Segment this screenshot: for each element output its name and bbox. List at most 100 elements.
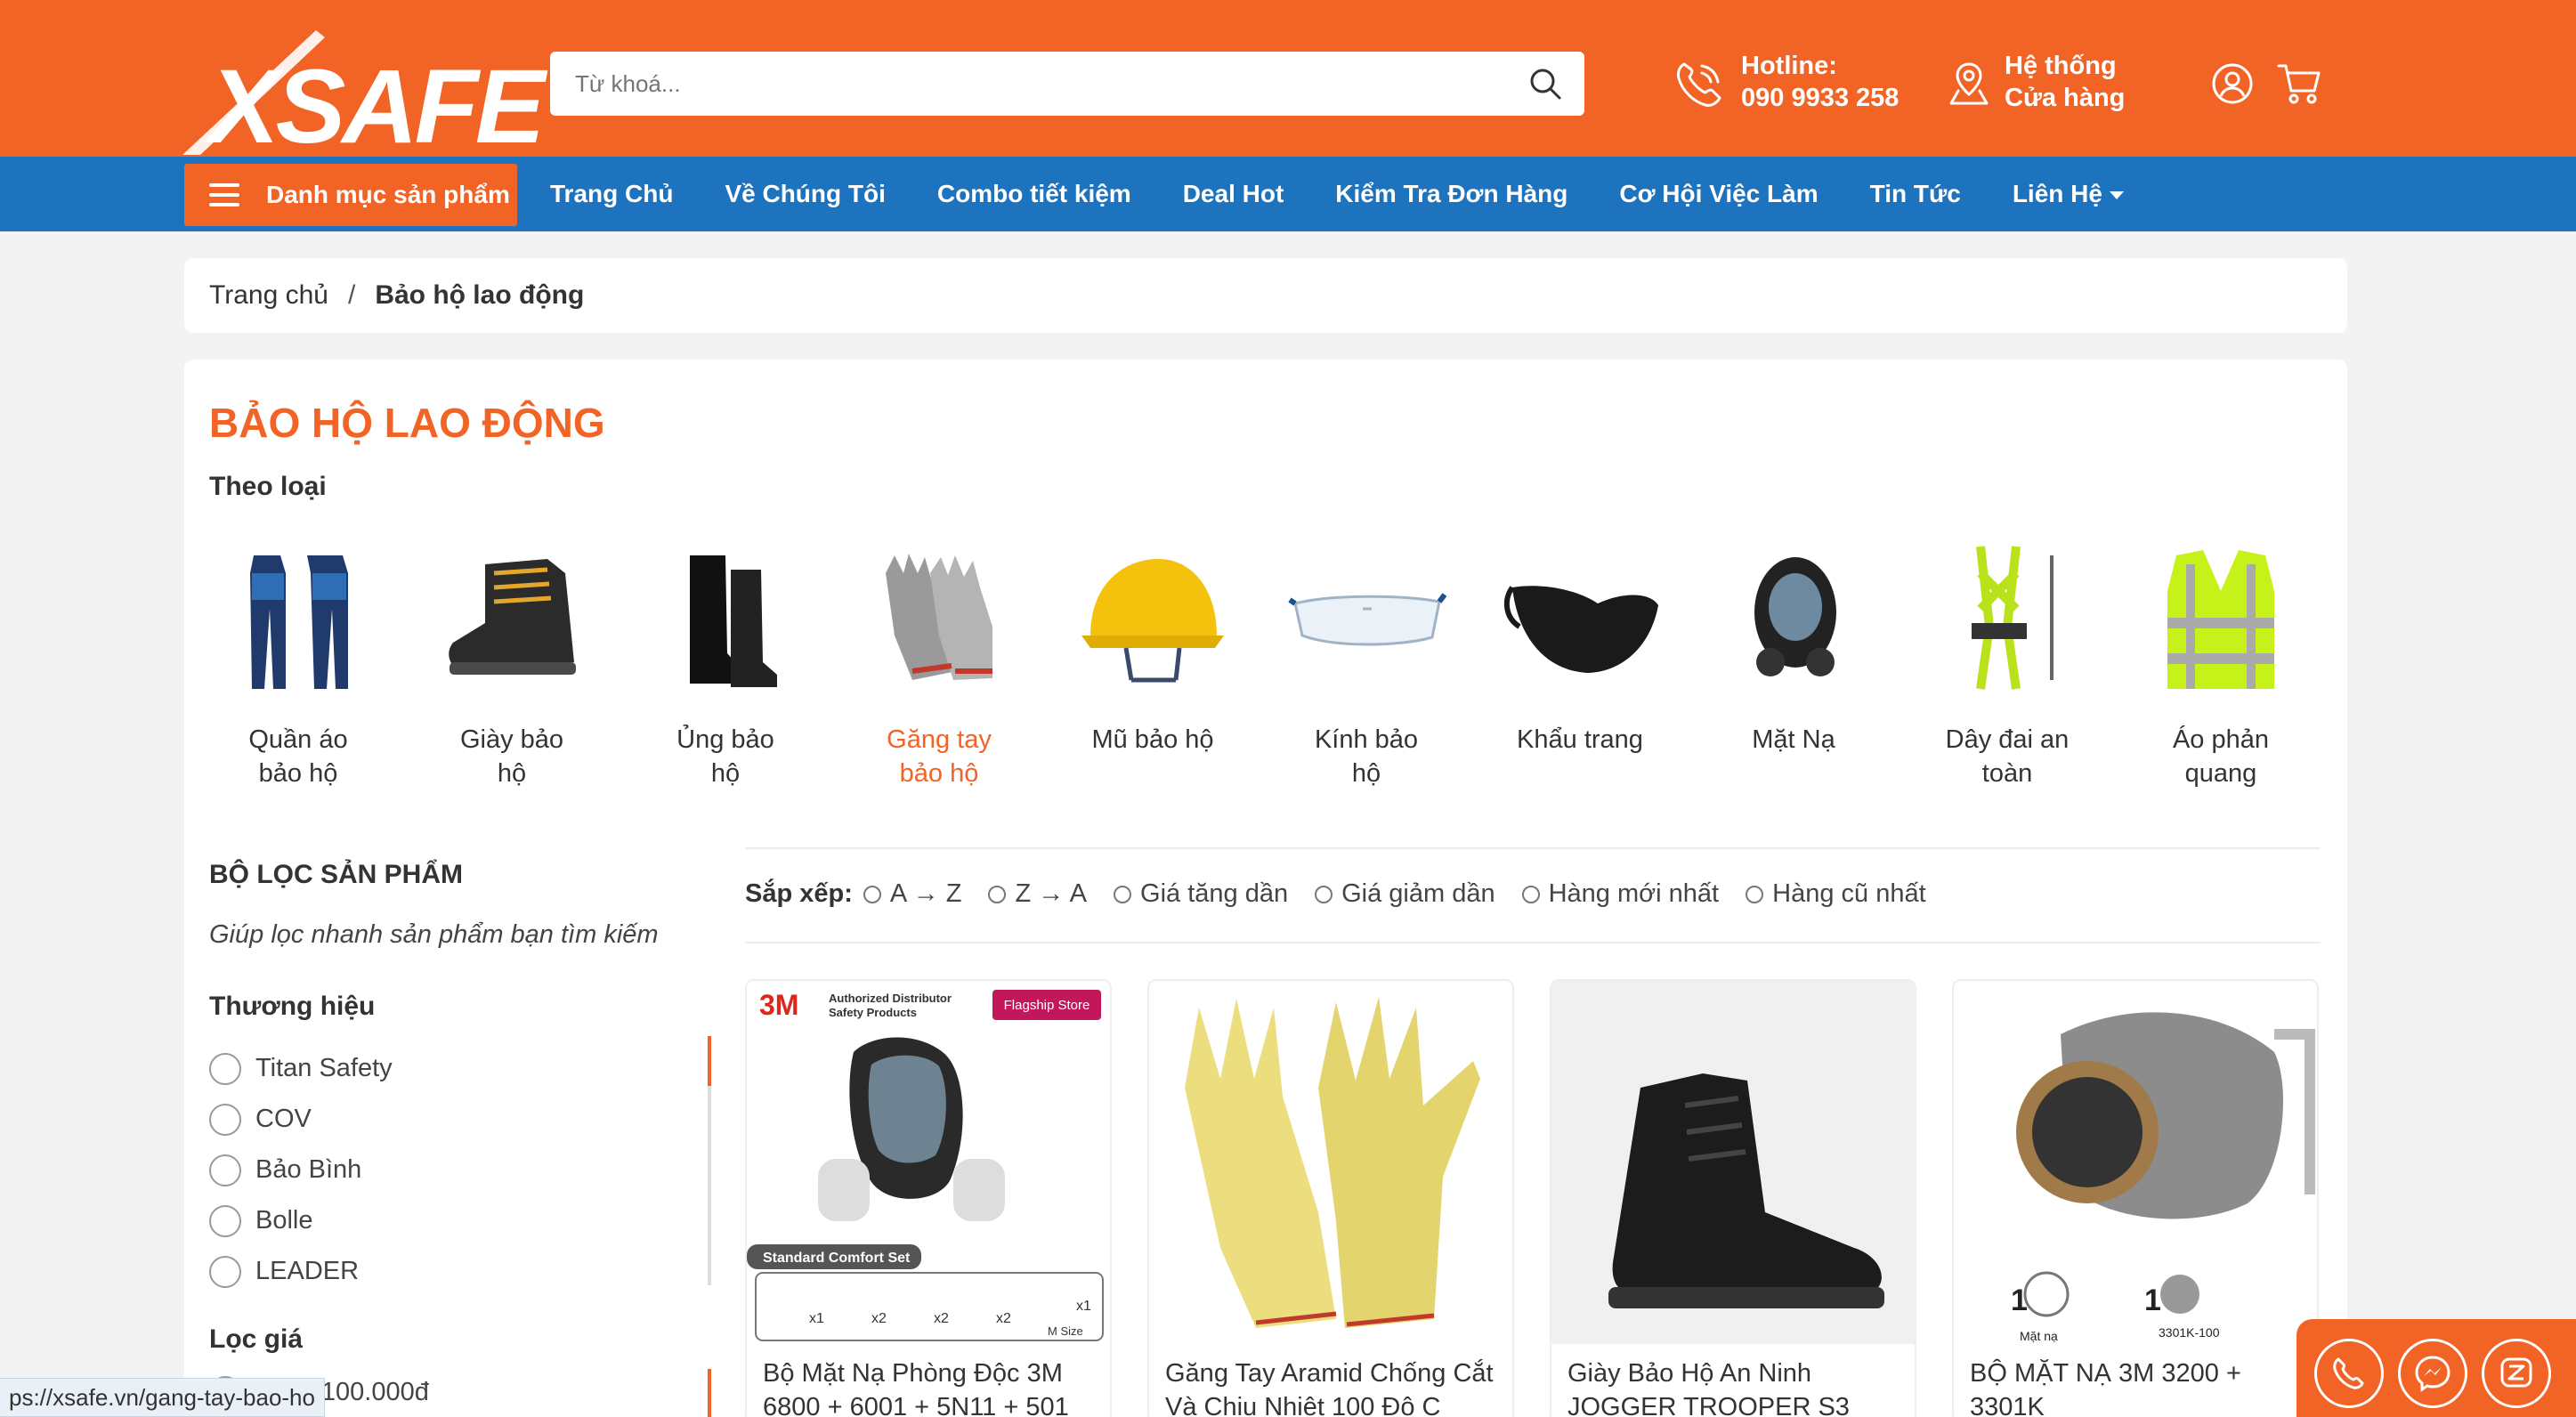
sort-option-a-z[interactable]: A → Z: [863, 879, 962, 909]
radio-button[interactable]: [1315, 885, 1333, 903]
harness-icon: [1972, 546, 2054, 690]
set-label: Standard Comfort Set: [763, 1251, 911, 1266]
radio-button[interactable]: [1521, 885, 1540, 903]
sort-option-label: Hàng mới nhất: [1548, 879, 1720, 908]
zalo-button[interactable]: [2482, 1339, 2551, 1408]
radio-button[interactable]: [1114, 885, 1132, 903]
hotline-number[interactable]: 090 9933 258: [1741, 84, 1899, 113]
set-count: x1: [1076, 1299, 1091, 1314]
category-reflective-vest[interactable]: Áo phản quang: [2132, 538, 2310, 790]
product-name[interactable]: Giày Bảo Hộ An Ninh JOGGER TROOPER S3: [1567, 1356, 1906, 1417]
brand-option[interactable]: Bảo Bình: [209, 1145, 708, 1195]
product-image[interactable]: [1149, 981, 1512, 1344]
product-image[interactable]: 3M Authorized Distributor Safety Product…: [747, 981, 1110, 1344]
category-helmet[interactable]: Mũ bảo hộ: [1064, 538, 1242, 757]
zalo-icon: [2500, 1357, 2532, 1388]
brand-option[interactable]: Titan Safety: [209, 1043, 708, 1094]
stores-line2: Cửa hàng: [2005, 84, 2126, 112]
radio-button[interactable]: [209, 1052, 241, 1085]
nav-link-careers[interactable]: Cơ Hội Việc Làm: [1619, 180, 1818, 208]
call-button[interactable]: [2314, 1339, 2384, 1408]
sort-option-z-a[interactable]: Z → A: [988, 879, 1087, 909]
aramid-gloves-image: [1149, 981, 1512, 1344]
browser-status-url: ps://xsafe.vn/gang-tay-bao-ho: [0, 1378, 325, 1417]
nav-link-about[interactable]: Về Chúng Tôi: [725, 180, 885, 208]
sort-option-price-asc[interactable]: Giá tăng dần: [1114, 879, 1288, 909]
brand-label: Titan Safety: [255, 1054, 393, 1082]
nav-link-order-check[interactable]: Kiểm Tra Đơn Hàng: [1335, 180, 1567, 208]
category-label-1: Dây đai an: [1945, 725, 2070, 754]
radio-button[interactable]: [209, 1103, 241, 1136]
category-label-1: Mặt Nạ: [1752, 725, 1835, 754]
radio-button[interactable]: [863, 885, 881, 903]
sort-option-price-desc[interactable]: Giá giảm dần: [1315, 879, 1495, 909]
nav-link-combo[interactable]: Combo tiết kiệm: [937, 180, 1131, 208]
category-glasses[interactable]: Kính bảo hộ: [1277, 538, 1455, 790]
sort-option-label: Giá tăng dần: [1140, 879, 1289, 908]
main-content: BẢO HỘ LAO ĐỘNG Theo loại Quần áo bảo hộ: [184, 360, 2347, 1417]
category-respirator[interactable]: Mặt Nạ: [1705, 538, 1883, 757]
category-label-1: Quần áo: [248, 725, 348, 754]
by-type-label: Theo loại: [209, 472, 327, 501]
breadcrumb-current: Bảo hộ lao động: [375, 280, 585, 310]
product-image[interactable]: 1 Mặt nạ 1 3301K-100: [1954, 981, 2317, 1344]
brand-option[interactable]: LEADER: [209, 1246, 708, 1297]
product-card[interactable]: Giày Bảo Hộ An Ninh JOGGER TROOPER S3: [1550, 979, 1916, 1417]
radio-button[interactable]: [209, 1154, 241, 1186]
brand-list-scrollbar[interactable]: [708, 1036, 711, 1285]
nav-link-deal-hot[interactable]: Deal Hot: [1183, 180, 1284, 208]
category-label-2: hộ: [1351, 759, 1381, 788]
set-count: x2: [996, 1311, 1011, 1326]
product-card[interactable]: Găng Tay Aramid Chống Cắt Và Chịu Nhiệt …: [1147, 979, 1514, 1417]
map-pin-icon: [1949, 62, 1989, 105]
messenger-icon: [2415, 1356, 2450, 1392]
radio-button[interactable]: [209, 1204, 241, 1237]
user-account-icon[interactable]: [2211, 62, 2254, 105]
top-header: XSAFE Hotline: 090 9933 258 Hệ thống Cửa…: [0, 0, 2576, 166]
nav-link-contact[interactable]: Liên Hệ: [2013, 180, 2124, 208]
radio-button[interactable]: [988, 885, 1007, 903]
category-workwear[interactable]: Quần áo bảo hộ: [209, 538, 387, 790]
category-face-mask[interactable]: Khẩu trang: [1491, 538, 1669, 757]
brand-option[interactable]: COV: [209, 1094, 708, 1145]
logo-text: XSAFE: [209, 48, 545, 166]
xsafe-logo[interactable]: XSAFE: [182, 12, 545, 166]
category-safety-shoes[interactable]: Giày bảo hộ: [423, 538, 601, 790]
search-icon[interactable]: [1527, 66, 1563, 101]
product-name[interactable]: BỘ MẶT NẠ 3M 3200 + 3301K: [1970, 1356, 2308, 1417]
sort-option-oldest[interactable]: Hàng cũ nhất: [1746, 879, 1926, 909]
category-boots[interactable]: Ủng bảo hộ: [636, 538, 814, 790]
sort-option-label: A → Z: [889, 879, 962, 908]
breadcrumb-home[interactable]: Trang chủ: [209, 280, 328, 311]
radio-button[interactable]: [1746, 885, 1764, 903]
category-label-1: Khẩu trang: [1517, 725, 1643, 754]
product-name[interactable]: Bộ Mặt Nạ Phòng Độc 3M 6800 + 6001 + 5N1…: [763, 1356, 1101, 1417]
phone-icon: [2333, 1357, 2364, 1389]
search-input[interactable]: [575, 62, 1501, 105]
messenger-button[interactable]: [2398, 1339, 2467, 1408]
category-label-1: Mũ bảo hộ: [1091, 725, 1214, 754]
category-menu-button[interactable]: Danh mục sản phẩm: [184, 164, 517, 226]
breadcrumb-separator: /: [347, 280, 356, 310]
product-image[interactable]: [1551, 981, 1915, 1344]
sort-option-newest[interactable]: Hàng mới nhất: [1521, 879, 1720, 909]
sort-option-label: Z → A: [1015, 879, 1088, 908]
product-card[interactable]: 3M Authorized Distributor Safety Product…: [745, 979, 1112, 1417]
product-card[interactable]: 1 Mặt nạ 1 3301K-100 BỘ MẶT NẠ 3M 3200 +…: [1952, 979, 2319, 1417]
category-gloves[interactable]: Găng tay bảo hộ: [850, 538, 1028, 790]
radio-button[interactable]: [209, 1255, 241, 1288]
price-filter-title: Lọc giá: [209, 1324, 304, 1354]
nav-link-news[interactable]: Tin Tức: [1870, 180, 1961, 208]
product-name[interactable]: Găng Tay Aramid Chống Cắt Và Chịu Nhiệt …: [1165, 1356, 1503, 1417]
set-count: x2: [934, 1311, 949, 1326]
nav-links: Trang Chủ Về Chúng Tôi Combo tiết kiệm D…: [550, 157, 2175, 231]
brand-label: Bảo Bình: [255, 1155, 362, 1184]
nav-link-home[interactable]: Trang Chủ: [550, 180, 673, 208]
brand-option[interactable]: Bolle: [209, 1195, 708, 1246]
brand-filter-title: Thương hiệu: [209, 992, 376, 1021]
price-list-scrollbar[interactable]: [708, 1369, 711, 1417]
distributor-line2: Safety Products: [829, 1006, 917, 1019]
category-harness[interactable]: Dây đai an toàn: [1918, 538, 2096, 790]
brand-badge: 3M: [759, 989, 798, 1021]
cart-icon[interactable]: [2277, 62, 2321, 105]
